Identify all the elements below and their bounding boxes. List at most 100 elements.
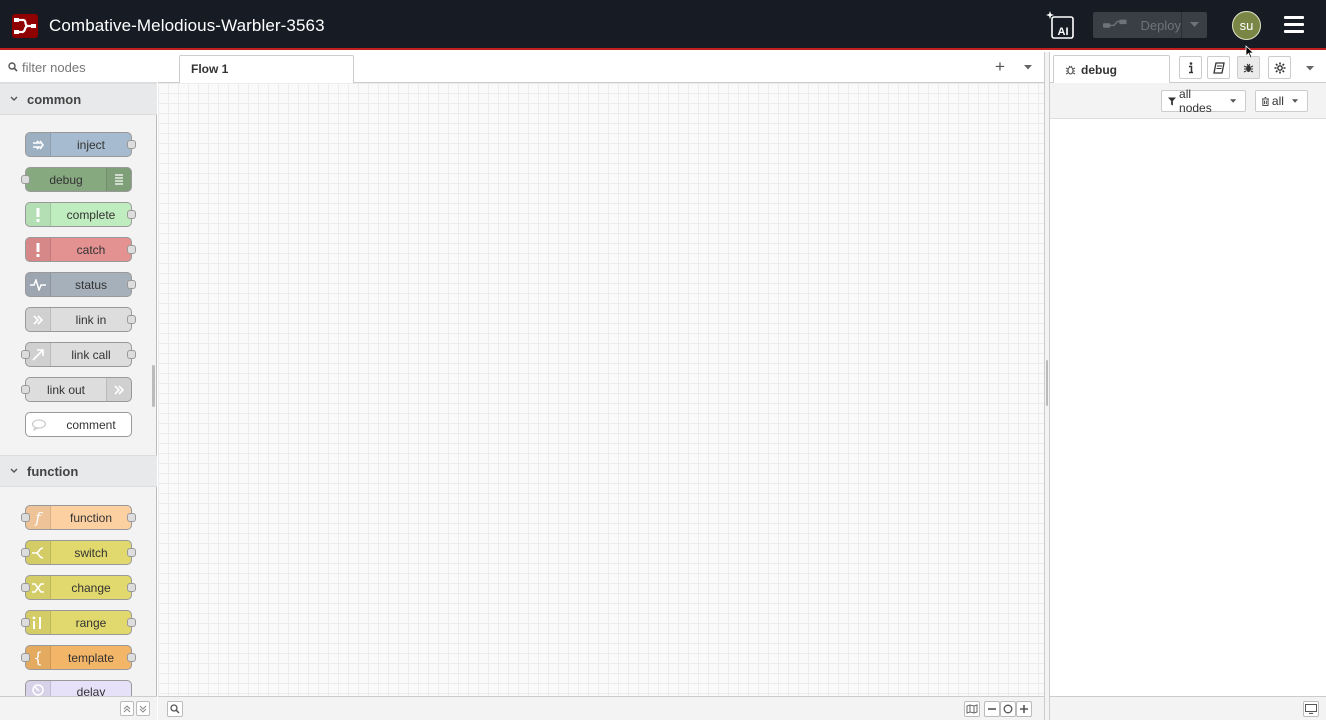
workspace-footer <box>158 696 1044 720</box>
input-port <box>21 653 30 662</box>
filter-icon <box>1168 96 1177 106</box>
output-port <box>127 583 136 592</box>
debug-message-list[interactable] <box>1050 119 1326 696</box>
palette-node-status[interactable]: status <box>25 272 136 297</box>
alert-icon <box>26 203 51 226</box>
flow-list-menu-button[interactable] <box>1020 58 1036 76</box>
chevron-down-icon <box>1190 22 1199 27</box>
ai-assistant-button[interactable]: AI <box>1043 9 1077 41</box>
hamburger-menu-icon[interactable] <box>1284 16 1304 34</box>
input-port <box>21 350 30 359</box>
chevron-down-icon <box>1306 65 1314 70</box>
link-in-icon <box>26 308 51 331</box>
sidebar-tabs-menu-button[interactable] <box>1302 59 1318 77</box>
app-title: Combative-Melodious-Warbler-3563 <box>49 16 325 35</box>
sidebar: debug all nodes all <box>1050 52 1326 720</box>
palette-node-range[interactable]: range <box>21 610 136 635</box>
palette-footer <box>0 696 157 720</box>
deploy-main-button[interactable]: Deploy <box>1093 12 1181 38</box>
zoom-reset-button[interactable] <box>1000 701 1016 717</box>
palette-node-catch[interactable]: catch <box>25 237 136 262</box>
info-icon <box>1188 61 1193 73</box>
sidebar-footer <box>1050 696 1326 720</box>
arrow-in-icon <box>26 133 51 156</box>
expand-all-button[interactable] <box>136 701 150 716</box>
palette-node-function[interactable]: f function <box>21 505 136 530</box>
output-port <box>127 210 136 219</box>
output-port <box>127 513 136 522</box>
palette-search <box>0 52 157 83</box>
alert-icon <box>26 238 51 261</box>
node-label: template <box>67 650 115 665</box>
debug-clear-label: all <box>1271 94 1284 108</box>
input-port <box>21 385 30 394</box>
palette-node-link-in[interactable]: link in <box>25 307 136 332</box>
collapse-all-button[interactable] <box>120 701 134 716</box>
deploy-button[interactable]: Deploy <box>1093 12 1207 38</box>
palette-node-switch[interactable]: switch <box>21 540 136 565</box>
node-red-logo-icon[interactable] <box>12 14 38 38</box>
double-chevron-up-icon <box>123 704 131 712</box>
palette-node-link-call[interactable]: link call <box>21 342 136 367</box>
search-flows-button[interactable] <box>167 701 183 717</box>
tab-debug[interactable]: debug <box>1053 55 1170 84</box>
help-tab-button[interactable] <box>1207 56 1230 79</box>
node-palette: common inject debug complete catch statu… <box>0 52 157 720</box>
node-label: complete <box>66 207 116 222</box>
palette-scrollbar[interactable] <box>152 365 155 407</box>
chevron-down-icon <box>10 96 18 101</box>
book-icon <box>1212 61 1225 74</box>
palette-node-debug[interactable]: debug <box>21 167 132 192</box>
input-port <box>21 513 30 522</box>
palette-node-change[interactable]: change <box>21 575 136 600</box>
palette-node-complete[interactable]: complete <box>25 202 136 227</box>
palette-node-comment[interactable]: comment <box>25 412 132 437</box>
link-out-icon <box>106 378 131 401</box>
minus-icon <box>988 708 996 710</box>
zoom-in-button[interactable] <box>1016 701 1032 717</box>
deploy-options-button[interactable] <box>1181 12 1207 38</box>
open-debug-window-button[interactable] <box>1303 701 1319 717</box>
user-avatar[interactable]: su <box>1232 11 1261 40</box>
add-flow-button[interactable]: + <box>992 58 1008 76</box>
desktop-icon <box>1305 704 1317 714</box>
output-port <box>127 653 136 662</box>
info-tab-button[interactable] <box>1179 56 1202 79</box>
double-chevron-down-icon <box>139 705 147 713</box>
palette-category-label: function <box>27 463 79 479</box>
debug-filter-label: all nodes <box>1179 87 1212 115</box>
palette-node-template[interactable]: { template <box>21 645 136 670</box>
pulse-icon <box>26 273 51 296</box>
debug-clear-dropdown[interactable]: all <box>1255 90 1308 112</box>
ai-label: AI <box>1058 26 1069 38</box>
node-label: range <box>75 615 107 630</box>
debug-filter-dropdown[interactable]: all nodes <box>1161 87 1246 115</box>
palette-category-function[interactable]: function <box>0 455 157 487</box>
bug-icon <box>1065 65 1076 75</box>
palette-search-input[interactable] <box>22 59 152 75</box>
workspace-tabbar: Flow 1 + <box>158 52 1044 84</box>
search-icon <box>8 62 18 72</box>
tab-flow-1[interactable]: Flow 1 <box>179 55 354 84</box>
svg-text:f: f <box>34 510 43 526</box>
deploy-label: Deploy <box>1140 17 1181 33</box>
debug-tab-button[interactable] <box>1237 56 1260 79</box>
output-port <box>127 245 136 254</box>
debug-tab-label: debug <box>1081 62 1117 77</box>
palette-node-inject[interactable]: inject <box>25 132 136 157</box>
comment-icon <box>26 413 51 436</box>
svg-text:{: { <box>33 650 43 666</box>
palette-node-delay[interactable]: delay <box>25 680 132 696</box>
chevron-down-icon <box>1024 64 1032 69</box>
node-label: link call <box>71 347 111 362</box>
palette-node-link-out[interactable]: link out <box>21 377 132 402</box>
chevron-down-icon <box>1229 99 1237 103</box>
circle-icon <box>1003 704 1013 714</box>
debug-toolbar: all nodes all <box>1050 83 1326 119</box>
palette-category-common[interactable]: common <box>0 83 157 115</box>
config-tab-button[interactable] <box>1268 56 1291 79</box>
zoom-out-button[interactable] <box>984 701 1000 717</box>
flow-canvas[interactable] <box>158 83 1044 696</box>
navigator-button[interactable] <box>964 701 980 717</box>
node-label: link in <box>75 312 107 327</box>
